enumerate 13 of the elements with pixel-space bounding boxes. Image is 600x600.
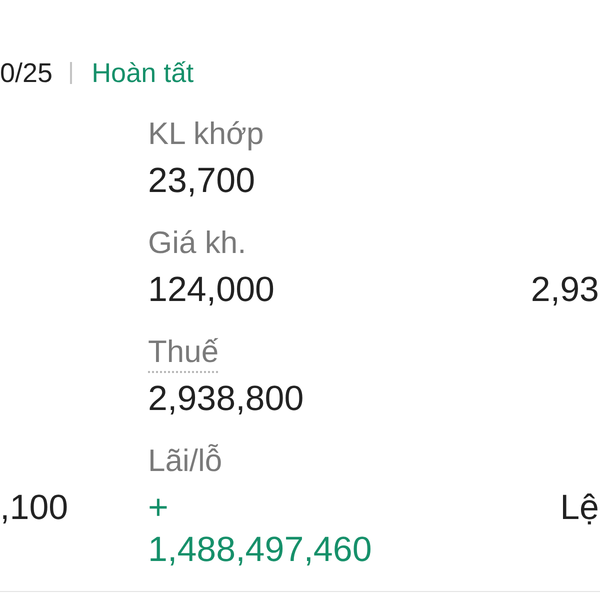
field-value: + 1,488,497,460	[148, 487, 373, 571]
order-date: 0/25	[0, 57, 53, 90]
field-label: Lãi/lỗ	[148, 442, 222, 480]
field-value: 124,000	[148, 269, 275, 311]
field-label[interactable]: Thuế	[148, 332, 219, 372]
field-value: 23,700	[148, 160, 256, 202]
field-label: KL khớp	[148, 115, 264, 153]
field-label: Giá kh.	[148, 224, 246, 262]
field-value: 2,93	[530, 269, 599, 311]
field-value: Lệ	[560, 487, 599, 529]
field-value: ,100	[0, 487, 68, 529]
field-value: 2,938,800	[148, 378, 304, 420]
status-text: Hoàn tất	[92, 57, 194, 90]
